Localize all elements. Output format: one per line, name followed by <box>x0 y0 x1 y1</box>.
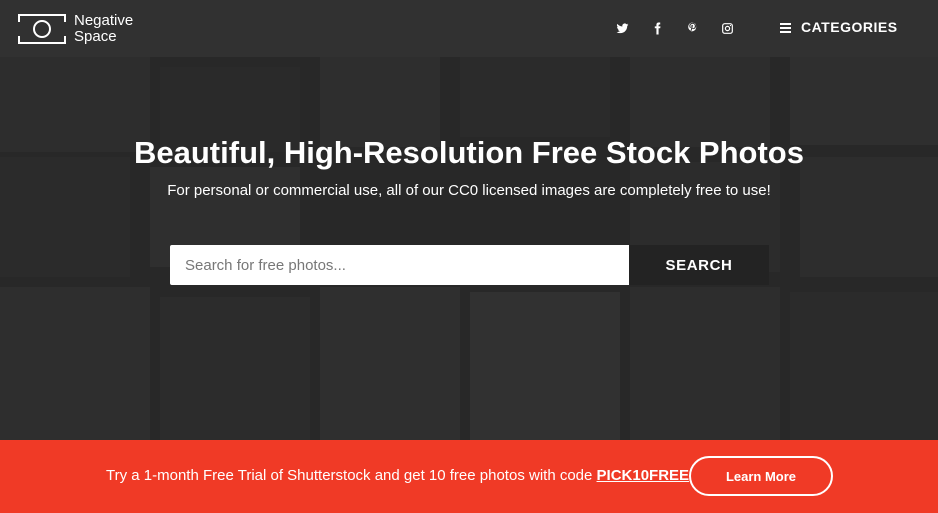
pinterest-icon[interactable] <box>684 20 701 37</box>
hero-section: Beautiful, High-Resolution Free Stock Ph… <box>0 57 938 440</box>
twitter-icon[interactable] <box>614 20 631 37</box>
hero-title: Beautiful, High-Resolution Free Stock Ph… <box>134 135 804 170</box>
search-input[interactable] <box>170 245 629 285</box>
search-bar: SEARCH <box>170 245 769 285</box>
hero-subtitle: For personal or commercial use, all of o… <box>167 182 771 199</box>
search-button[interactable]: SEARCH <box>629 245 769 285</box>
camera-logo-icon <box>18 14 66 44</box>
instagram-icon[interactable] <box>719 20 736 37</box>
facebook-icon[interactable] <box>649 20 666 37</box>
logo-line1: Negative <box>74 12 134 29</box>
social-links <box>614 20 754 37</box>
logo-line2: Space <box>74 28 117 45</box>
promo-code-link[interactable]: PICK10FREE <box>597 467 690 484</box>
top-header: Negative Space CATEGORIES <box>0 0 938 57</box>
promo-text: Try a 1-month Free Trial of Shutterstock… <box>106 467 689 484</box>
categories-menu-button[interactable]: CATEGORIES <box>780 19 898 35</box>
hamburger-icon <box>780 22 791 33</box>
promo-banner: Try a 1-month Free Trial of Shutterstock… <box>0 440 938 513</box>
categories-label: CATEGORIES <box>801 19 898 35</box>
promo-text-before: Try a 1-month Free Trial of Shutterstock… <box>106 467 597 484</box>
logo-text: Negative Space <box>74 13 133 45</box>
learn-more-button[interactable]: Learn More <box>689 456 833 496</box>
logo[interactable]: Negative Space <box>18 13 133 45</box>
